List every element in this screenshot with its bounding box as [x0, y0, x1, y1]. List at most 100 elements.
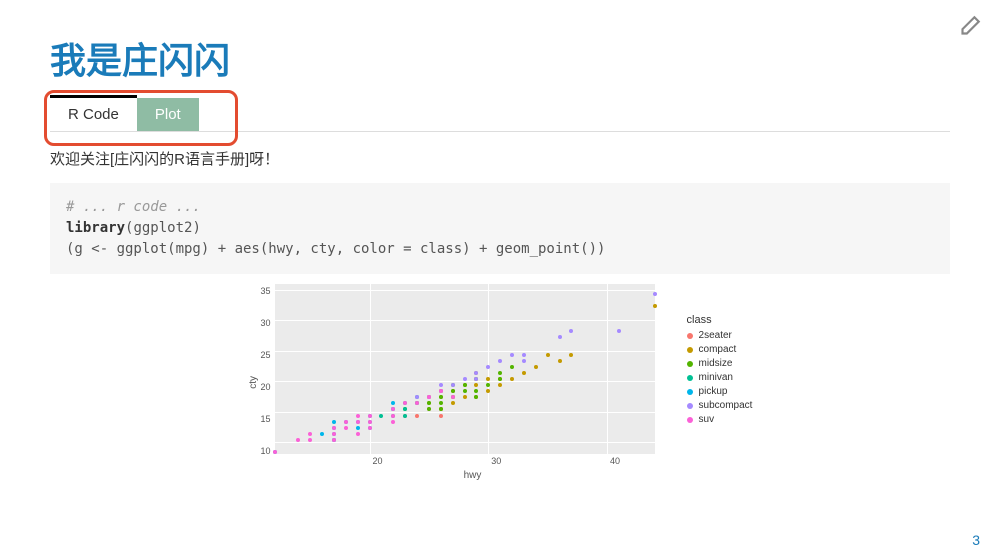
x-axis-label: hwy [283, 470, 663, 481]
data-point [498, 377, 502, 381]
y-axis-label: cty [248, 376, 259, 389]
legend-dot [687, 417, 693, 423]
data-point [486, 389, 490, 393]
data-point [451, 383, 455, 387]
data-point [451, 389, 455, 393]
legend: class 2seater compact midsize minivan pickup… [687, 284, 753, 428]
data-point [474, 389, 478, 393]
data-point [463, 395, 467, 399]
y-tick-label: 10 [261, 446, 271, 456]
data-point [522, 353, 526, 357]
data-point [332, 426, 336, 430]
data-point [439, 407, 443, 411]
legend-dot [687, 375, 693, 381]
data-point [439, 414, 443, 418]
y-tick-label: 35 [261, 286, 271, 296]
data-point [427, 407, 431, 411]
subtitle-text: 欢迎关注[庄闪闪的R语言手册]呀！ [50, 148, 950, 169]
data-point [463, 377, 467, 381]
legend-dot [687, 403, 693, 409]
data-point [391, 407, 395, 411]
data-point [415, 395, 419, 399]
legend-item: midsize [687, 358, 753, 369]
data-point [415, 414, 419, 418]
data-point [439, 389, 443, 393]
code-comment: # ... r code ... [66, 199, 201, 215]
data-point [415, 401, 419, 405]
data-point [522, 359, 526, 363]
data-point [546, 353, 550, 357]
data-point [486, 365, 490, 369]
data-point [368, 420, 372, 424]
x-tick-label: 30 [491, 456, 501, 466]
data-point [439, 401, 443, 405]
code-line: (g <- ggplot(mpg) + aes(hwy, cty, color … [66, 241, 605, 257]
data-point [569, 353, 573, 357]
data-point [439, 395, 443, 399]
data-point [356, 420, 360, 424]
data-point [463, 383, 467, 387]
data-point [474, 395, 478, 399]
legend-label: compact [699, 344, 737, 355]
data-point [403, 407, 407, 411]
data-point [308, 432, 312, 436]
data-point [379, 414, 383, 418]
legend-item: subcompact [687, 400, 753, 411]
data-point [403, 401, 407, 405]
legend-item: pickup [687, 386, 753, 397]
data-point [617, 329, 621, 333]
tabs: R Code Plot [50, 98, 950, 132]
data-point [498, 371, 502, 375]
data-point [356, 414, 360, 418]
y-axis-ticks: 35 30 25 20 15 10 [261, 284, 275, 456]
data-point [332, 438, 336, 442]
edit-icon[interactable] [956, 14, 982, 40]
data-point [558, 359, 562, 363]
legend-dot [687, 361, 693, 367]
data-point [391, 401, 395, 405]
code-keyword: library [66, 220, 125, 236]
data-point [474, 371, 478, 375]
data-point [498, 383, 502, 387]
data-point [534, 365, 538, 369]
legend-label: midsize [699, 358, 733, 369]
data-point [391, 414, 395, 418]
data-point [451, 395, 455, 399]
data-point [356, 426, 360, 430]
page-number: 3 [972, 532, 980, 548]
data-point [332, 432, 336, 436]
code-block: # ... r code ... library(ggplot2) (g <- … [50, 183, 950, 274]
legend-label: 2seater [699, 330, 732, 341]
data-point [451, 401, 455, 405]
y-tick-label: 25 [261, 350, 271, 360]
legend-item: compact [687, 344, 753, 355]
tab-plot[interactable]: Plot [137, 98, 199, 131]
tab-rcode[interactable]: R Code [50, 95, 137, 131]
data-point [344, 426, 348, 430]
data-point [474, 377, 478, 381]
legend-title: class [687, 314, 753, 326]
data-point [498, 359, 502, 363]
legend-label: pickup [699, 386, 728, 397]
data-point [439, 383, 443, 387]
data-point [486, 383, 490, 387]
legend-item: minivan [687, 372, 753, 383]
data-point [653, 292, 657, 296]
y-tick-label: 20 [261, 382, 271, 392]
data-point [522, 371, 526, 375]
data-point [391, 420, 395, 424]
legend-dot [687, 333, 693, 339]
data-point [463, 389, 467, 393]
legend-label: minivan [699, 372, 733, 383]
data-point [427, 395, 431, 399]
data-point [474, 383, 478, 387]
data-point [308, 438, 312, 442]
data-point [356, 432, 360, 436]
y-tick-label: 15 [261, 414, 271, 424]
x-axis-ticks: 203040 [283, 456, 663, 468]
y-tick-label: 30 [261, 318, 271, 328]
plot-panel [275, 284, 655, 454]
data-point [569, 329, 573, 333]
code-text: (ggplot2) [125, 220, 201, 236]
data-point [427, 401, 431, 405]
